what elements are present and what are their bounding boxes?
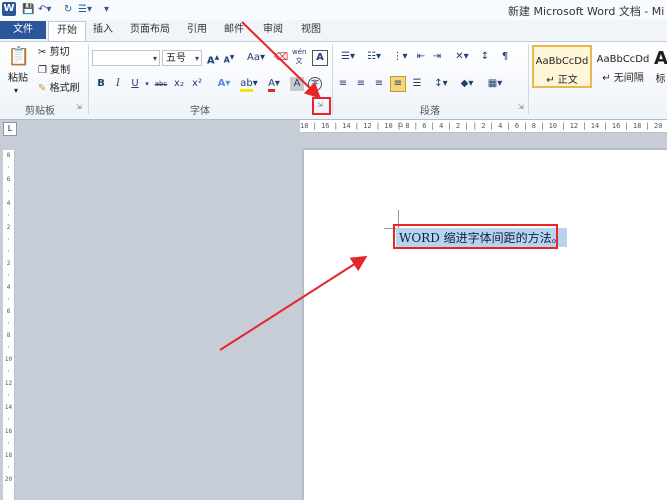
arrow-to-launcher — [241, 21, 321, 99]
annotation-arrows — [219, 21, 368, 351]
arrow-to-text — [219, 255, 368, 351]
